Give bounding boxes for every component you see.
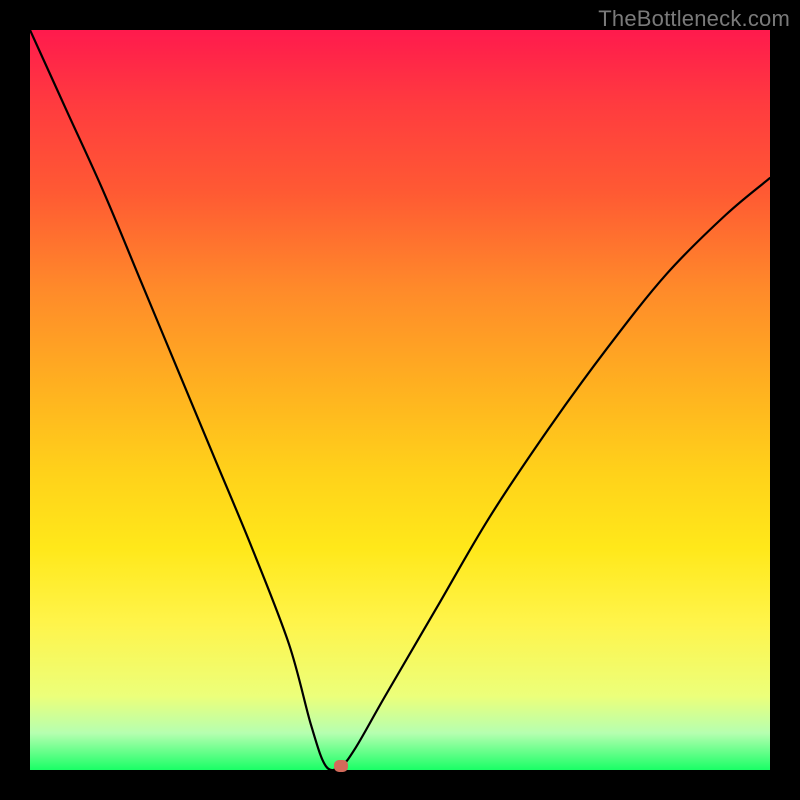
watermark-text: TheBottleneck.com: [598, 6, 790, 32]
curve-svg: [30, 30, 770, 770]
chart-frame: TheBottleneck.com: [0, 0, 800, 800]
bottleneck-curve: [30, 30, 770, 770]
plot-area: [30, 30, 770, 770]
minimum-marker: [334, 760, 348, 772]
